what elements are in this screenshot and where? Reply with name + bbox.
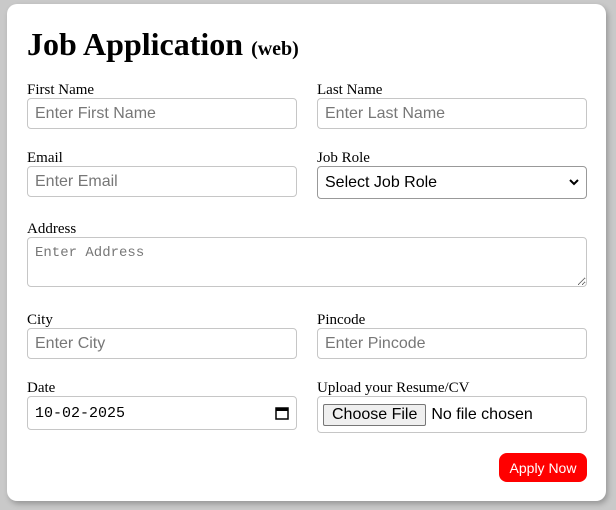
- last-name-label: Last Name: [317, 82, 383, 98]
- job-role-value: Select Job Role: [325, 173, 438, 191]
- first-name-label: First Name: [27, 82, 95, 98]
- application-card: Job Application (web) First Name Last Na…: [7, 4, 606, 501]
- resume-file-input[interactable]: Choose File No file chosen: [317, 396, 587, 433]
- address-label: Address: [27, 221, 77, 237]
- pincode-label: Pincode: [317, 312, 366, 328]
- chevron-down-icon: [569, 179, 579, 186]
- date-label: Date: [27, 380, 56, 396]
- file-status: No file chosen: [431, 405, 533, 423]
- city-input[interactable]: [27, 328, 297, 359]
- pincode-input[interactable]: [317, 328, 587, 359]
- calendar-icon[interactable]: [275, 406, 289, 420]
- address-textarea[interactable]: [27, 237, 587, 287]
- date-input[interactable]: 10-02-2025: [27, 396, 297, 430]
- job-role-select[interactable]: Select Job Role: [317, 166, 587, 199]
- email-input[interactable]: [27, 166, 297, 197]
- title-suffix: (web): [251, 38, 299, 60]
- job-role-label: Job Role: [317, 150, 370, 166]
- email-label: Email: [27, 150, 63, 166]
- apply-now-button[interactable]: Apply Now: [499, 453, 587, 482]
- resume-label: Upload your Resume/CV: [317, 380, 470, 396]
- first-name-input[interactable]: [27, 98, 297, 129]
- last-name-input[interactable]: [317, 98, 587, 129]
- date-value: 10-02-2025: [35, 404, 126, 422]
- page-title: Job Application (web): [27, 26, 299, 62]
- choose-file-button[interactable]: Choose File: [323, 403, 427, 426]
- city-label: City: [27, 312, 53, 328]
